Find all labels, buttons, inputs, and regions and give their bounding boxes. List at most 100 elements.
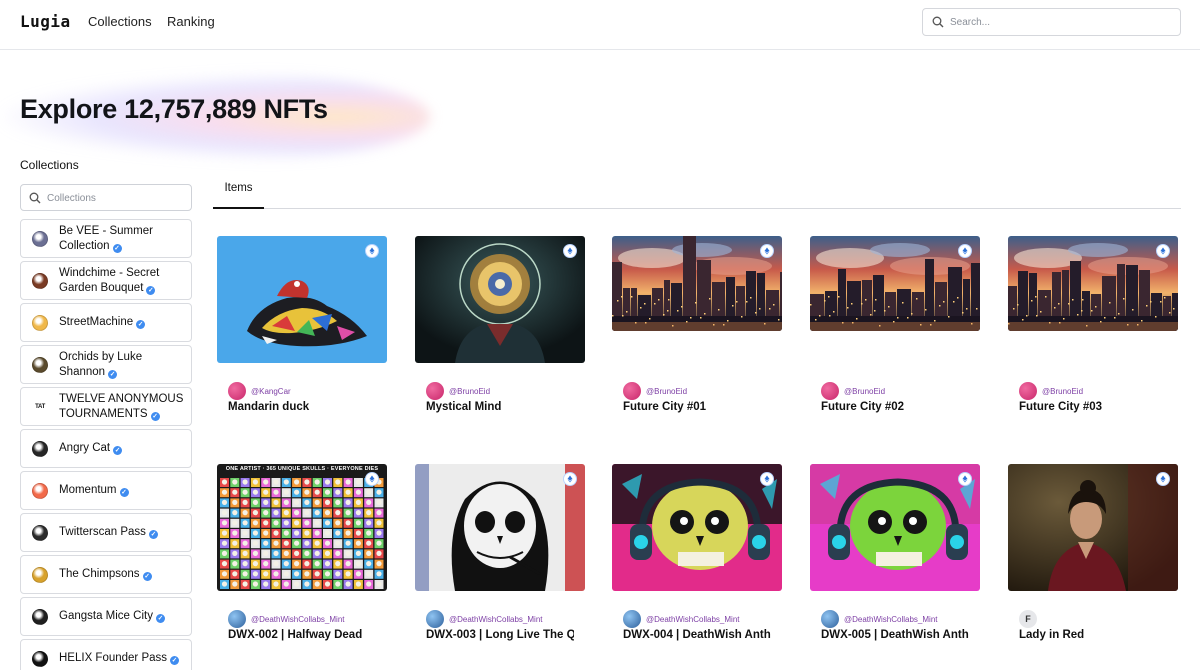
verified-badge-icon: ✓ <box>112 243 122 253</box>
nft-name: Future City #03 <box>1019 401 1103 413</box>
creator-info[interactable]: F <box>1019 610 1042 628</box>
nft-card[interactable]: @BrunoEid Future City #02 <box>810 236 980 436</box>
collection-item[interactable]: TAT TWELVE ANONYMOUS TOURNAMENTS ✓ <box>20 387 192 426</box>
creator-avatar <box>228 382 246 400</box>
collection-item[interactable]: Be VEE - Summer Collection ✓ <box>20 219 192 258</box>
chain-icon <box>958 244 972 258</box>
nft-artwork[interactable] <box>217 236 387 363</box>
collection-avatar <box>32 272 48 289</box>
artwork-banner-text: ONE ARTIST · 365 UNIQUE SKULLS · EVERYON… <box>225 466 379 472</box>
chain-icon <box>563 472 577 486</box>
search-icon <box>932 16 944 28</box>
nft-card[interactable]: @BrunoEid Future City #03 <box>1008 236 1178 436</box>
verified-badge-icon: ✓ <box>155 614 165 623</box>
nft-name: Future City #02 <box>821 401 905 413</box>
nft-artwork[interactable] <box>810 236 980 331</box>
nft-name: DWX-005 | DeathWish Anthem <box>821 629 969 641</box>
nav-link-ranking[interactable]: Ranking <box>167 14 215 29</box>
nav-link-collections[interactable]: Collections <box>88 14 152 29</box>
collection-item[interactable]: Gangsta Mice City ✓ <box>20 597 192 636</box>
global-search-box[interactable] <box>922 8 1181 36</box>
creator-handle: @BrunoEid <box>844 386 886 396</box>
collection-item[interactable]: Orchids by Luke Shannon ✓ <box>20 345 192 384</box>
creator-handle: @DeathWishCollabs_Mint <box>646 614 740 624</box>
nft-card[interactable]: @DeathWishCollabs_Mint DWX-004 | DeathWis… <box>612 464 782 664</box>
chain-icon <box>958 472 972 486</box>
collection-item[interactable]: Twitterscan Pass ✓ <box>20 513 192 552</box>
nft-artwork[interactable]: ONE ARTIST · 365 UNIQUE SKULLS · EVERYON… <box>217 464 387 591</box>
creator-avatar <box>623 382 641 400</box>
search-input[interactable] <box>950 13 1170 31</box>
creator-info[interactable]: @DeathWishCollabs_Mint <box>623 610 740 628</box>
chain-icon <box>563 244 577 258</box>
nft-card[interactable]: @DeathWishCollabs_Mint DWX-003 | Long Liv… <box>415 464 585 664</box>
collection-label: Momentum <box>59 484 117 496</box>
creator-info[interactable]: @DeathWishCollabs_Mint <box>228 610 345 628</box>
collection-item[interactable]: HELIX Founder Pass ✓ <box>20 639 192 670</box>
nft-artwork[interactable] <box>612 464 782 591</box>
collections-search-input[interactable] <box>47 190 187 206</box>
collection-label: The Chimpsons <box>59 568 140 580</box>
collection-avatar <box>32 230 48 247</box>
search-icon <box>29 192 41 204</box>
collection-avatar <box>32 524 48 541</box>
collection-item[interactable]: Angry Cat ✓ <box>20 429 192 468</box>
creator-avatar <box>426 382 444 400</box>
page-title: Explore 12,757,889 NFTs <box>20 94 328 124</box>
collection-label: TWELVE ANONYMOUS TOURNAMENTS <box>59 392 184 420</box>
creator-avatar <box>821 610 839 628</box>
creator-info[interactable]: @KangCar <box>228 382 291 400</box>
nft-card[interactable]: @DeathWishCollabs_Mint DWX-005 | DeathWis… <box>810 464 980 664</box>
creator-avatar <box>426 610 444 628</box>
chain-icon <box>365 472 379 486</box>
nft-artwork[interactable] <box>415 464 585 591</box>
tab-items[interactable]: Items <box>213 170 264 209</box>
verified-badge-icon: ✓ <box>146 285 156 295</box>
creator-avatar <box>1019 382 1037 400</box>
creator-avatar: F <box>1019 610 1037 628</box>
creator-avatar <box>623 610 641 628</box>
content-tabs: Items <box>213 170 1181 209</box>
nft-card[interactable]: ONE ARTIST · 365 UNIQUE SKULLS · EVERYON… <box>217 464 387 664</box>
verified-badge-icon: ✓ <box>136 320 146 329</box>
creator-handle: @DeathWishCollabs_Mint <box>251 614 345 624</box>
creator-avatar <box>821 382 839 400</box>
creator-info[interactable]: @BrunoEid <box>623 382 687 400</box>
site-logo[interactable]: Lugia <box>20 12 71 31</box>
nft-name: Mystical Mind <box>426 401 502 413</box>
collection-label: StreetMachine <box>59 316 134 328</box>
collection-item[interactable]: StreetMachine ✓ <box>20 303 192 342</box>
creator-info[interactable]: @DeathWishCollabs_Mint <box>821 610 938 628</box>
creator-info[interactable]: @BrunoEid <box>426 382 490 400</box>
collections-search-box[interactable] <box>20 184 192 211</box>
nft-card[interactable]: @BrunoEid Future City #01 <box>612 236 782 436</box>
nft-artwork[interactable] <box>415 236 585 363</box>
nft-card[interactable]: @KangCar Mandarin duck <box>217 236 387 436</box>
verified-badge-icon: ✓ <box>148 530 158 539</box>
creator-handle: @BrunoEid <box>449 386 491 396</box>
verified-badge-icon: ✓ <box>113 446 123 455</box>
nft-artwork[interactable] <box>612 236 782 331</box>
collection-item[interactable]: Momentum ✓ <box>20 471 192 510</box>
top-navigation-bar: Lugia Collections Ranking <box>0 0 1200 50</box>
nft-card[interactable]: @BrunoEid Mystical Mind <box>415 236 585 436</box>
verified-badge-icon: ✓ <box>170 656 180 665</box>
nft-name: DWX-003 | Long Live The Queen <box>426 629 574 641</box>
verified-badge-icon: ✓ <box>119 488 129 497</box>
collection-label: Windchime - Secret Garden Bouquet <box>59 266 160 294</box>
creator-handle: @BrunoEid <box>1042 386 1084 396</box>
nft-card[interactable]: F Lady in Red <box>1008 464 1178 664</box>
nft-artwork[interactable] <box>1008 236 1178 331</box>
creator-info[interactable]: @DeathWishCollabs_Mint <box>426 610 543 628</box>
nft-artwork[interactable] <box>1008 464 1178 591</box>
chain-icon <box>1156 472 1170 486</box>
creator-info[interactable]: @BrunoEid <box>821 382 885 400</box>
creator-info[interactable]: @BrunoEid <box>1019 382 1083 400</box>
collection-item[interactable]: The Chimpsons ✓ <box>20 555 192 594</box>
collection-label: Angry Cat <box>59 442 111 454</box>
nft-artwork[interactable] <box>810 464 980 591</box>
collection-item[interactable]: Windchime - Secret Garden Bouquet ✓ <box>20 261 192 300</box>
creator-handle: @DeathWishCollabs_Mint <box>449 614 543 624</box>
collection-avatar <box>32 440 48 457</box>
verified-badge-icon: ✓ <box>142 572 152 581</box>
